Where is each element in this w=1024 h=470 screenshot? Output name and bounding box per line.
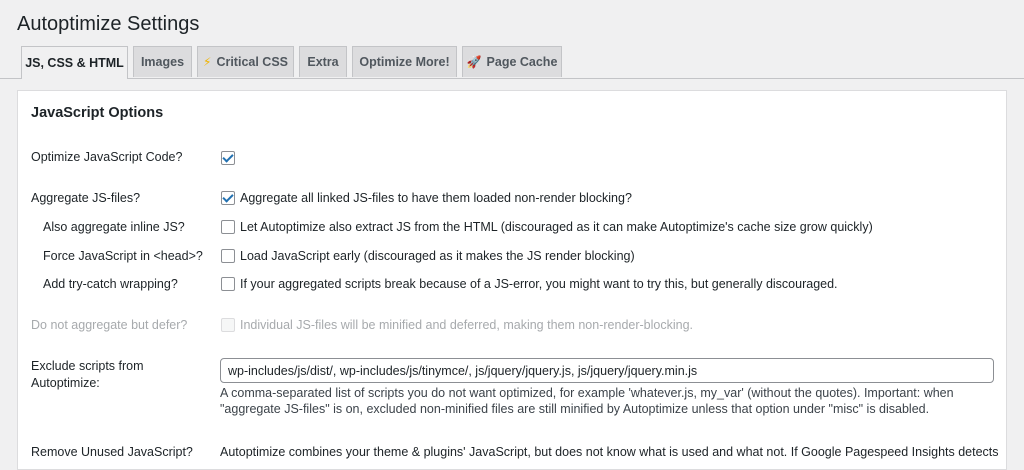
aggregate-inline-label: Also aggregate inline JS?: [43, 220, 185, 234]
try-catch-checkbox[interactable]: [221, 277, 235, 291]
optimize-js-checkbox[interactable]: [221, 151, 235, 165]
tab-extra[interactable]: Extra: [299, 46, 347, 77]
aggregate-js-checkbox[interactable]: [221, 191, 235, 205]
settings-tabs: JS, CSS & HTML Images ⚡ Critical CSS Ext…: [0, 46, 1024, 79]
force-head-label: Force JavaScript in <head>?: [43, 249, 203, 263]
try-catch-label: Add try-catch wrapping?: [43, 277, 178, 291]
force-head-description: Load JavaScript early (discouraged as it…: [240, 249, 635, 263]
aggregate-js-label: Aggregate JS-files?: [31, 191, 141, 205]
rocket-icon: 🚀: [466, 55, 482, 69]
tab-label: Extra: [307, 55, 339, 69]
remove-unused-label: Remove Unused JavaScript?: [31, 445, 193, 459]
aggregate-inline-checkbox[interactable]: [221, 220, 235, 234]
tab-label: Page Cache: [486, 55, 558, 69]
tab-page-cache[interactable]: 🚀 Page Cache: [462, 46, 562, 77]
exclude-scripts-input[interactable]: [220, 358, 994, 383]
try-catch-description: If your aggregated scripts break because…: [240, 277, 838, 291]
defer-label: Do not aggregate but defer?: [31, 318, 188, 332]
settings-panel: JavaScript Options Optimize JavaScript C…: [17, 90, 1007, 470]
section-title: JavaScript Options: [31, 105, 164, 121]
force-head-checkbox[interactable]: [221, 249, 235, 263]
tab-optimize-more[interactable]: Optimize More!: [352, 46, 457, 77]
exclude-label-line1: Exclude scripts from: [31, 359, 144, 373]
exclude-label-line2: Autoptimize:: [31, 376, 100, 390]
exclude-help-text: A comma-separated list of scripts you do…: [220, 386, 954, 416]
tab-label: JS, CSS & HTML: [25, 56, 124, 70]
tab-label: Images: [140, 55, 185, 69]
optimize-js-label: Optimize JavaScript Code?: [31, 150, 183, 164]
defer-checkbox: [221, 318, 235, 332]
page-title: Autoptimize Settings: [17, 13, 200, 35]
tab-images[interactable]: Images: [133, 46, 192, 77]
tab-critical-css[interactable]: ⚡ Critical CSS: [197, 46, 294, 77]
remove-unused-description: Autoptimize combines your theme & plugin…: [220, 445, 999, 459]
tab-js-css-html[interactable]: JS, CSS & HTML: [21, 46, 128, 79]
aggregate-inline-description: Let Autoptimize also extract JS from the…: [240, 220, 873, 234]
tab-label: Critical CSS: [216, 55, 288, 69]
aggregate-js-description: Aggregate all linked JS-files to have th…: [240, 191, 632, 205]
defer-description: Individual JS-files will be minified and…: [240, 318, 694, 332]
lightning-icon: ⚡: [203, 55, 212, 69]
tab-label: Optimize More!: [359, 55, 450, 69]
